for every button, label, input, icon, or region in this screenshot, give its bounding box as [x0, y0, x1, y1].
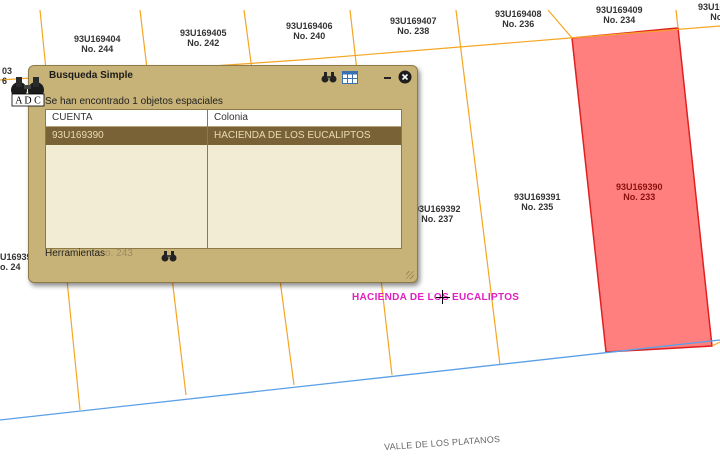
- calendar-grid-icon[interactable]: [342, 71, 358, 84]
- parcel-label: 93U169405 No. 242: [180, 28, 227, 48]
- close-icon[interactable]: [398, 70, 412, 84]
- column-divider: [207, 110, 208, 248]
- search-panel[interactable]: Busqueda Simple Se han encontrado 1 obje…: [28, 65, 418, 283]
- results-grid[interactable]: CUENTA Colonia 93U169390 HACIENDA DE LOS…: [45, 109, 402, 249]
- column-header-colonia[interactable]: Colonia: [208, 110, 407, 126]
- table-row[interactable]: 93U169390 HACIENDA DE LOS EUCALIPTOS: [46, 127, 401, 145]
- parcel-label: 93U169408 No. 236: [495, 9, 542, 29]
- parcel-label: 93U169410No. 2: [698, 2, 720, 22]
- cell-cuenta: 93U169390: [52, 130, 104, 141]
- crosshair-cursor: [436, 290, 450, 304]
- grid-header: CUENTA Colonia: [46, 110, 401, 127]
- minimize-icon[interactable]: [384, 77, 392, 80]
- parcel-label: 93U169406 No. 240: [286, 21, 333, 41]
- binoculars-badge-text: A D C: [15, 96, 41, 107]
- parcel-label: 93U169407 No. 238: [390, 16, 437, 36]
- parcel-label: 93U169391 No. 235: [514, 192, 561, 212]
- column-header-cuenta[interactable]: CUENTA: [46, 110, 213, 126]
- parcel-label-partial: U16939 o. 24: [0, 252, 32, 272]
- parcel-label-selected: 93U169390 No. 233: [616, 182, 663, 202]
- cell-colonia: HACIENDA DE LOS EUCALIPTOS: [214, 130, 371, 141]
- parcel-label: 93U169404 No. 244: [74, 34, 121, 54]
- result-message: Se han encontrado 1 objetos espaciales: [45, 96, 223, 107]
- parcel-label: 93U169409 No. 234: [596, 5, 643, 25]
- tools-binoculars-icon[interactable]: [161, 249, 177, 263]
- tools-label: Herramientaso. 243: [45, 248, 133, 259]
- panel-title: Busqueda Simple: [49, 70, 133, 81]
- binoculars-badge[interactable]: A D C: [10, 76, 46, 113]
- binoculars-badge-icon: A D C: [11, 77, 45, 107]
- binoculars-icon[interactable]: [321, 70, 337, 84]
- resize-handle[interactable]: [406, 271, 414, 279]
- street-line: [0, 339, 720, 421]
- parcel-label: 93U169392 No. 237: [414, 204, 461, 224]
